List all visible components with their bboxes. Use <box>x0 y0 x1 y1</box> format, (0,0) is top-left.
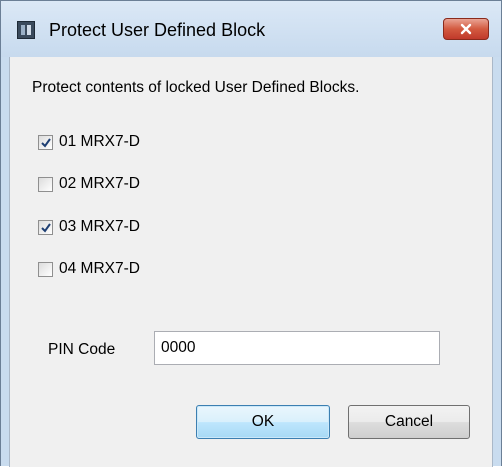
ok-button[interactable]: OK <box>196 405 330 439</box>
block-row-03[interactable]: 03 MRX7-D <box>38 215 140 239</box>
title-bar[interactable]: Protect User Defined Block <box>1 1 501 57</box>
close-button[interactable] <box>443 18 489 40</box>
block-label-02[interactable]: 02 MRX7-D <box>59 174 140 194</box>
block-label-03[interactable]: 03 MRX7-D <box>59 217 140 237</box>
cancel-button[interactable]: Cancel <box>348 405 470 439</box>
block-checkbox-04[interactable] <box>38 261 53 277</box>
checkmark-icon <box>41 222 51 233</box>
description-text: Protect contents of locked User Defined … <box>32 79 360 96</box>
block-row-01[interactable]: 01 MRX7-D <box>38 130 140 154</box>
app-icon <box>17 21 35 39</box>
block-checkbox-01[interactable] <box>38 134 53 150</box>
block-checkbox-03[interactable] <box>38 219 53 235</box>
window-title: Protect User Defined Block <box>49 20 266 40</box>
checkmark-icon <box>41 137 51 148</box>
block-label-01[interactable]: 01 MRX7-D <box>59 132 140 152</box>
block-label-04[interactable]: 04 MRX7-D <box>59 259 140 279</box>
block-row-02[interactable]: 02 MRX7-D <box>38 172 140 196</box>
close-icon <box>460 23 472 35</box>
block-checkbox-02[interactable] <box>38 176 53 192</box>
pin-code-label: PIN Code <box>48 341 116 358</box>
pin-code-input[interactable] <box>154 331 440 365</box>
block-row-04[interactable]: 04 MRX7-D <box>38 257 140 281</box>
